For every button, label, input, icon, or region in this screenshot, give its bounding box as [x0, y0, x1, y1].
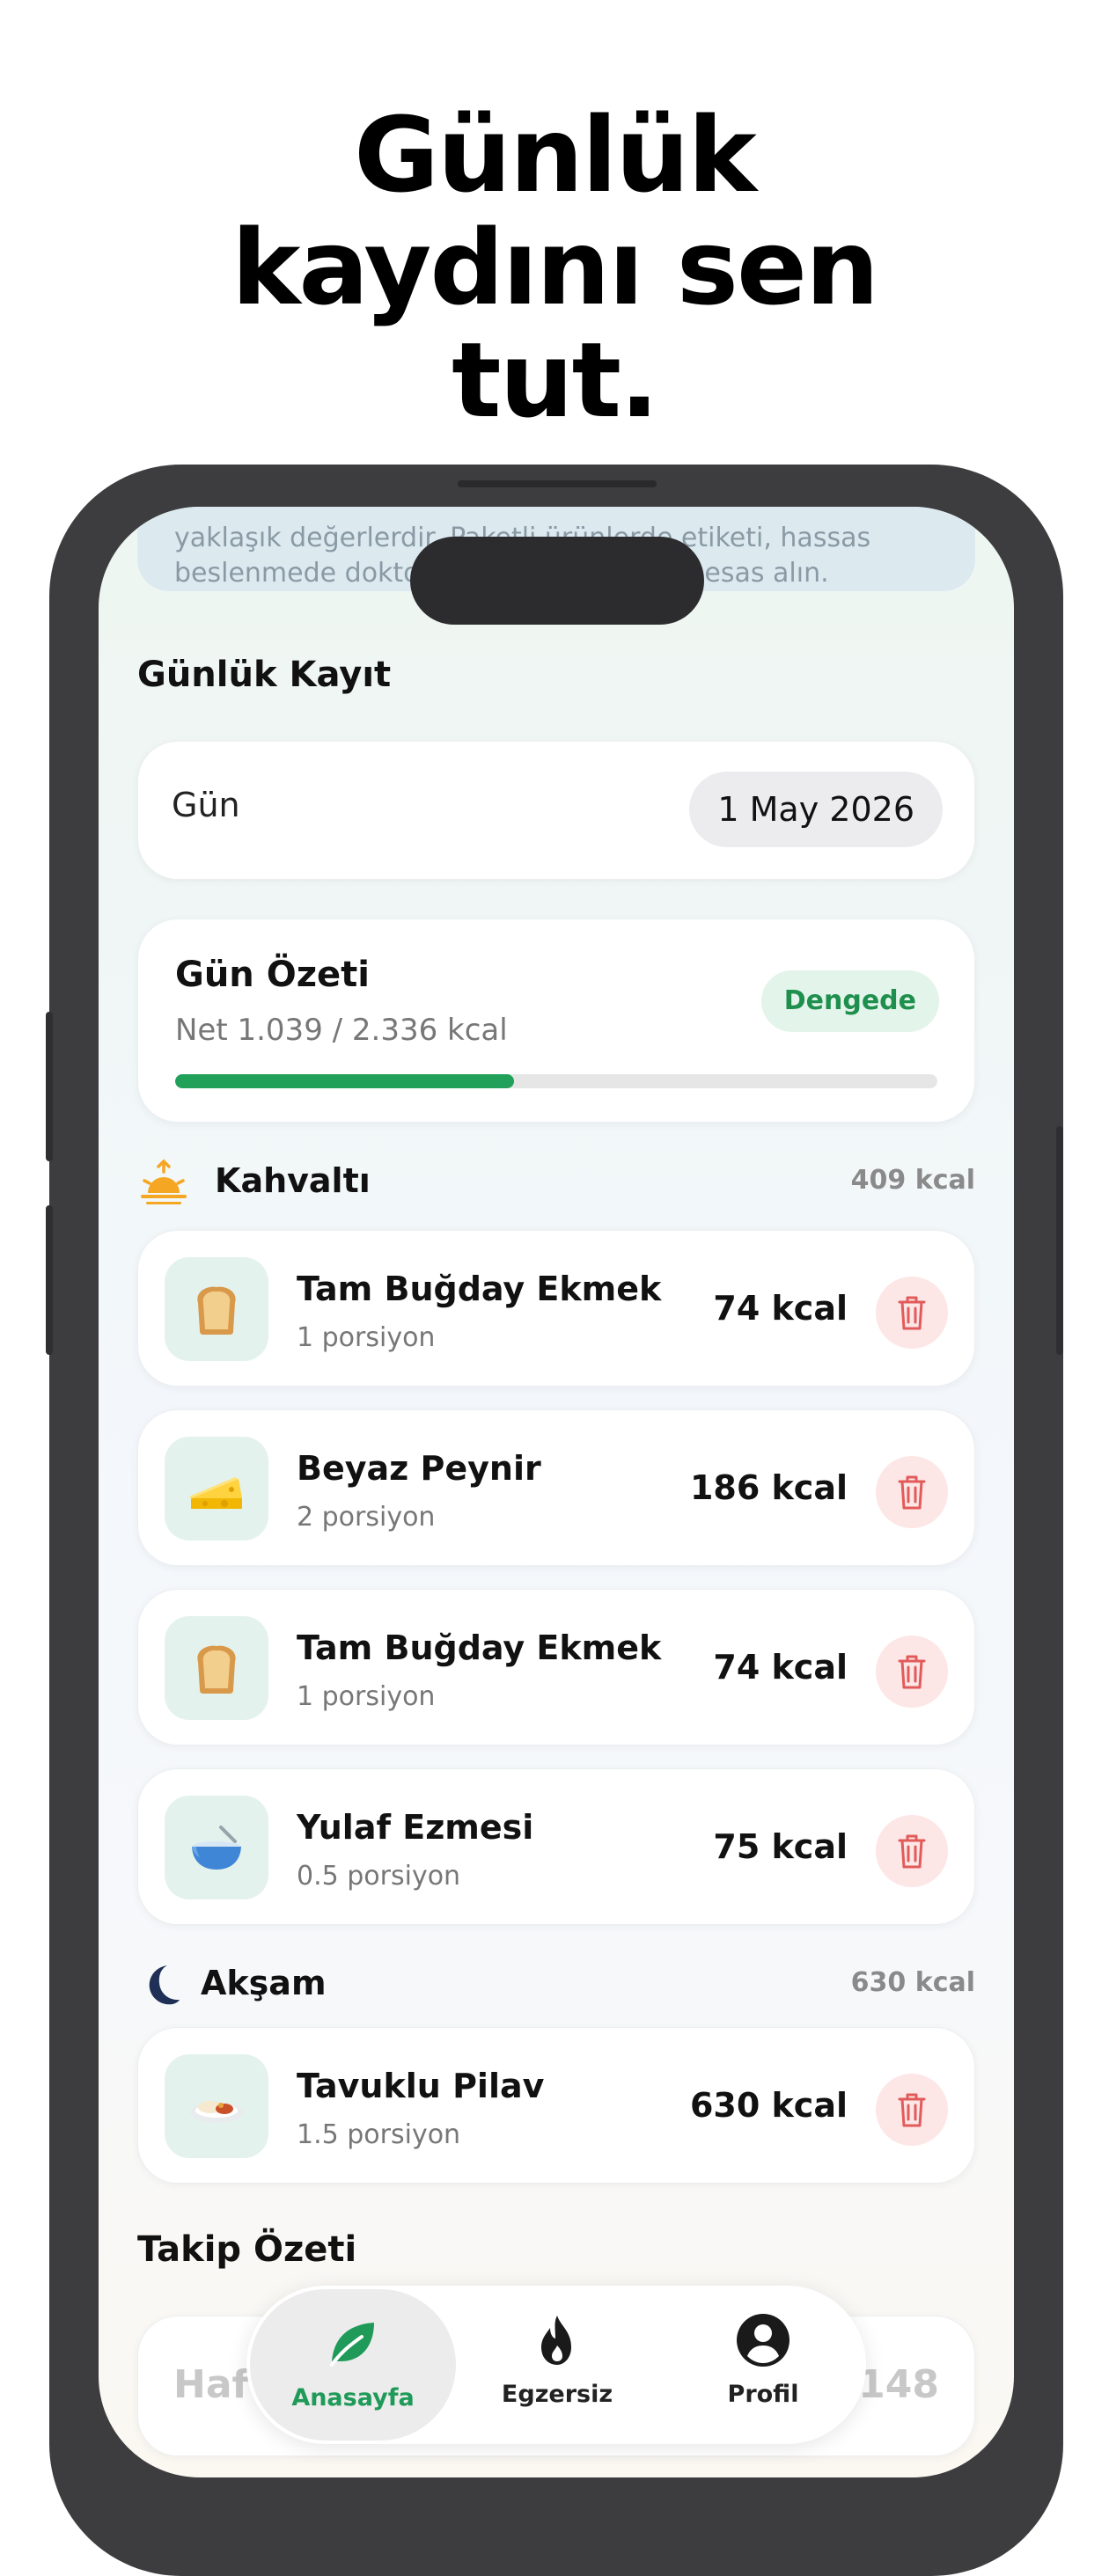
tab-label: Egzersiz [501, 2381, 613, 2408]
food-name: Tam Buğday Ekmek [297, 1628, 662, 1667]
trash-icon [898, 1475, 926, 1510]
meal-header-dinner: Akşam 630 kcal [137, 1958, 975, 2011]
meal-name: Kahvaltı [215, 1161, 371, 1200]
bottom-tab-bar: Anasayfa Egzersiz Profil [246, 2286, 866, 2444]
cheese-icon [165, 1437, 268, 1540]
food-kcal: 74 kcal [713, 1289, 848, 1328]
food-name: Tam Buğday Ekmek [297, 1270, 662, 1308]
trash-icon [898, 1834, 926, 1869]
daily-log-title: Günlük Kayıt [137, 655, 392, 695]
meal-header-breakfast: Kahvaltı 409 kcal [137, 1156, 975, 1209]
headline-line-1: Günlük [354, 94, 757, 216]
dynamic-island [410, 537, 704, 625]
summary-net-kcal: Net 1.039 / 2.336 kcal [175, 1013, 508, 1048]
speaker-grille [458, 480, 657, 487]
headline: Günlük kaydını sen tut. [0, 99, 1109, 436]
food-item[interactable]: Tavuklu Pilav 1.5 porsiyon 630 kcal [137, 2027, 975, 2184]
summary-title: Gün Özeti [175, 955, 370, 995]
tab-label: Anasayfa [291, 2384, 415, 2411]
headline-line-3: tut. [452, 319, 659, 441]
status-badge: Dengede [760, 970, 939, 1032]
tab-label: Profil [727, 2381, 799, 2408]
day-summary-card: Gün Özeti Net 1.039 / 2.336 kcal Dengede [137, 918, 975, 1123]
meal-total-kcal: 630 kcal [850, 1967, 975, 1998]
bowl-icon [165, 1796, 268, 1899]
delete-button[interactable] [876, 1277, 948, 1349]
food-portion: 1 porsiyon [297, 1681, 436, 1712]
food-name: Beyaz Peynir [297, 1449, 541, 1488]
tracking-summary-title: Takip Özeti [137, 2229, 357, 2270]
rice-plate-icon [165, 2054, 268, 2158]
trash-icon [898, 1655, 926, 1689]
sunrise-icon [137, 1156, 190, 1209]
food-item[interactable]: Yulaf Ezmesi 0.5 porsiyon 75 kcal [137, 1768, 975, 1925]
food-item[interactable]: Beyaz Peynir 2 porsiyon 186 kcal [137, 1409, 975, 1566]
food-name: Tavuklu Pilav [297, 2067, 545, 2105]
delete-button[interactable] [876, 1636, 948, 1708]
power-button [1056, 1126, 1063, 1355]
food-portion: 2 porsiyon [297, 1502, 436, 1533]
tab-profil[interactable]: Profil [660, 2286, 866, 2444]
delete-button[interactable] [876, 2074, 948, 2146]
trash-icon [898, 2093, 926, 2127]
person-icon [737, 2314, 790, 2367]
day-picker-card: Gün 1 May 2026 [137, 741, 975, 880]
tracking-value: 148 [858, 2362, 939, 2407]
tab-egzersiz[interactable]: Egzersiz [454, 2286, 660, 2444]
meal-name: Akşam [201, 1964, 327, 2002]
app-screen: yaklaşık değerlerdir. Paketli ürünlerde … [99, 507, 1014, 2477]
calorie-progress-bar [175, 1074, 937, 1088]
calorie-progress-fill [175, 1074, 515, 1088]
delete-button[interactable] [876, 1456, 948, 1528]
bread-icon [165, 1257, 268, 1361]
food-kcal: 186 kcal [689, 1468, 848, 1507]
food-portion: 1.5 porsiyon [297, 2119, 461, 2150]
food-item[interactable]: Tam Buğday Ekmek 1 porsiyon 74 kcal [137, 1589, 975, 1745]
volume-up-button [46, 1012, 53, 1161]
food-name: Yulaf Ezmesi [297, 1808, 534, 1847]
headline-line-2: kaydını sen [231, 207, 879, 328]
day-label: Gün [172, 786, 240, 824]
food-portion: 0.5 porsiyon [297, 1861, 461, 1892]
date-picker-button[interactable]: 1 May 2026 [689, 772, 943, 847]
delete-button[interactable] [876, 1815, 948, 1887]
leaf-icon [330, 2323, 374, 2367]
tab-anasayfa[interactable]: Anasayfa [250, 2289, 456, 2441]
bread-icon [165, 1616, 268, 1720]
meal-total-kcal: 409 kcal [850, 1165, 975, 1196]
food-portion: 1 porsiyon [297, 1322, 436, 1353]
food-kcal: 75 kcal [713, 1827, 848, 1866]
volume-down-button [46, 1205, 53, 1355]
flame-icon [541, 2316, 571, 2365]
moon-icon [137, 1958, 190, 2011]
trash-icon [898, 1296, 926, 1330]
food-kcal: 630 kcal [689, 2086, 848, 2125]
food-item[interactable]: Tam Buğday Ekmek 1 porsiyon 74 kcal [137, 1230, 975, 1387]
food-kcal: 74 kcal [713, 1648, 848, 1687]
